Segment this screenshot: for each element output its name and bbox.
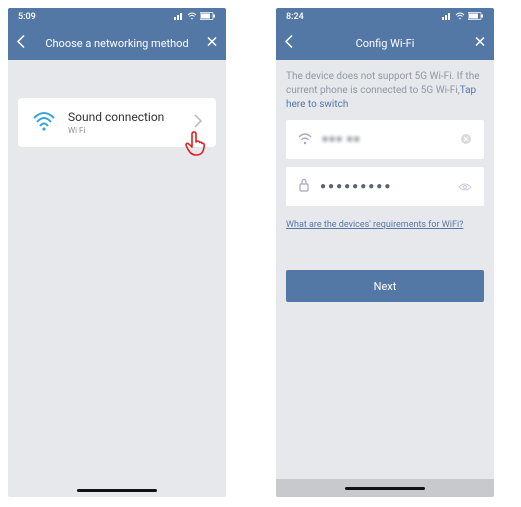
back-icon (284, 35, 293, 49)
wifi-name-field[interactable]: ■■■ ■■ (286, 120, 484, 159)
wifi-icon (32, 111, 56, 135)
nav-title: Choose a networking method (45, 37, 188, 50)
nav-bar: Choose a networking method (8, 26, 226, 60)
info-text: The device does not support 5G Wi-Fi. If… (286, 70, 484, 112)
chevron-right-icon (194, 113, 202, 132)
card-text: Sound connection Wi Fi (68, 110, 182, 135)
home-indicator[interactable] (345, 487, 425, 490)
back-button[interactable] (284, 35, 293, 52)
wifi-requirements-link[interactable]: What are the devices' requirements for W… (286, 220, 484, 230)
close-button[interactable] (474, 36, 486, 51)
close-icon (474, 36, 486, 48)
status-time: 8:24 (286, 12, 304, 22)
close-icon (206, 36, 218, 48)
wifi-icon (298, 130, 312, 149)
status-bar: 8:24 (276, 8, 494, 26)
lock-icon (298, 177, 310, 196)
nav-title: Config Wi-Fi (356, 37, 415, 50)
back-icon (16, 35, 25, 49)
wifi-password-field[interactable]: ●●●●●●●●● (286, 167, 484, 206)
status-right (442, 12, 484, 23)
wifi-status-icon (455, 12, 465, 23)
phone-screen-right: 8:24 Config Wi-Fi The device does not su… (276, 8, 494, 497)
status-time: 5:09 (18, 12, 36, 22)
signal-icon (174, 12, 184, 23)
content-area: Sound connection Wi Fi (8, 60, 226, 483)
next-button[interactable]: Next (286, 270, 484, 302)
wifi-status-icon (187, 12, 197, 23)
home-indicator-area (8, 483, 226, 497)
card-title: Sound connection (68, 110, 182, 124)
home-indicator[interactable] (77, 489, 157, 492)
battery-icon (200, 12, 216, 23)
status-right (174, 12, 216, 23)
status-bar: 5:09 (8, 8, 226, 26)
info-prefix: The device does not support 5G Wi-Fi. If… (286, 71, 480, 96)
eye-icon[interactable] (458, 177, 472, 196)
signal-icon (442, 12, 452, 23)
wifi-password-input[interactable]: ●●●●●●●●● (320, 181, 448, 192)
hand-pointer-icon (184, 131, 206, 161)
back-button[interactable] (16, 35, 25, 52)
next-button-label: Next (374, 280, 397, 293)
nav-bar: Config Wi-Fi (276, 26, 494, 60)
close-button[interactable] (206, 36, 218, 51)
clear-icon[interactable] (460, 130, 472, 149)
content-area: The device does not support 5G Wi-Fi. If… (276, 60, 494, 479)
phone-screen-left: 5:09 Choose a networking method (8, 8, 226, 497)
wifi-name-input[interactable]: ■■■ ■■ (322, 134, 450, 145)
sound-connection-card[interactable]: Sound connection Wi Fi (18, 98, 216, 147)
bottom-bar (276, 479, 494, 497)
battery-icon (468, 12, 484, 23)
card-subtitle: Wi Fi (68, 126, 182, 135)
